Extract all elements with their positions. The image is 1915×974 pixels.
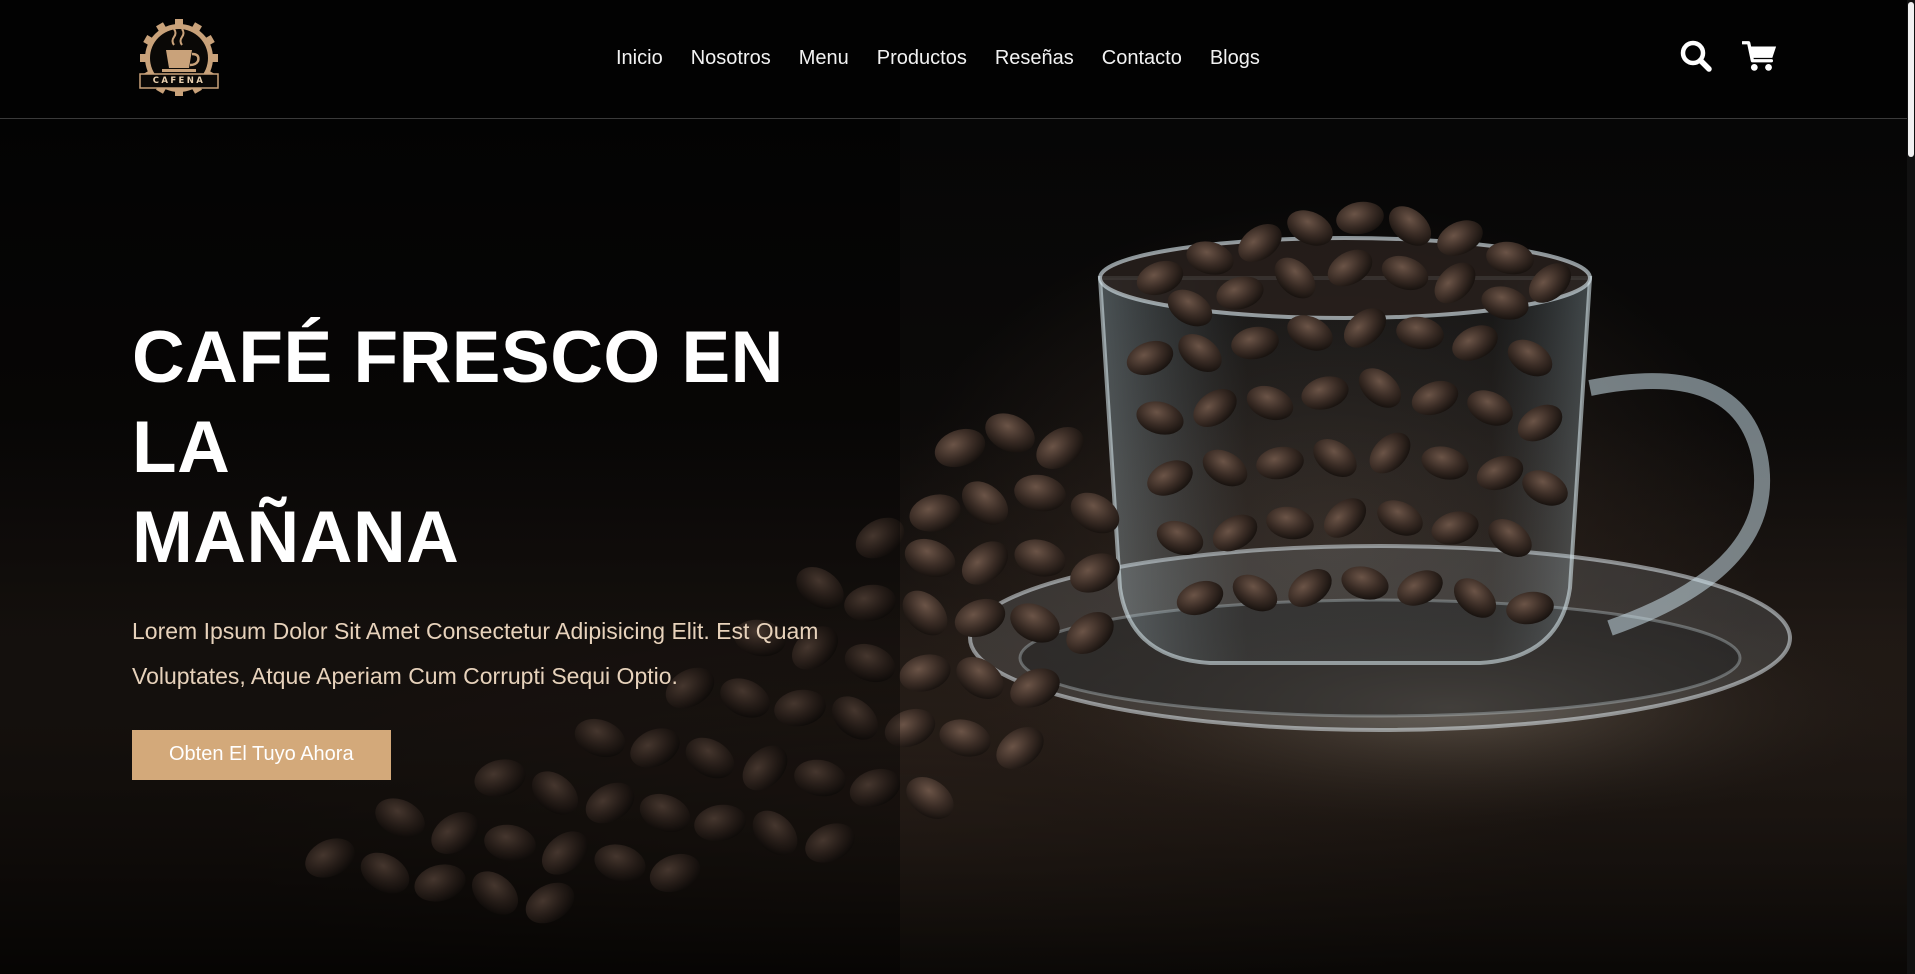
cart-button[interactable] [1742,38,1778,74]
shopping-cart-icon [1742,41,1777,71]
site-header: CAFENA Inicio Nosotros Menu Productos Re… [0,0,1915,119]
nav-item-productos[interactable]: Productos [877,44,967,72]
main-nav: Inicio Nosotros Menu Productos Reseñas C… [616,44,1288,72]
hero-title: CAFÉ FRESCO EN LA MAÑANA [132,313,892,583]
hero-section: CAFÉ FRESCO EN LA MAÑANA Lorem Ipsum Dol… [0,118,1915,974]
cafena-logo[interactable]: CAFENA [132,18,226,97]
nav-item-menu[interactable]: Menu [799,44,849,72]
nav-item-resenas[interactable]: Reseñas [995,44,1074,72]
nav-item-blogs[interactable]: Blogs [1210,44,1260,72]
nav-item-nosotros[interactable]: Nosotros [691,44,771,72]
nav-item-contacto[interactable]: Contacto [1102,44,1182,72]
hero-title-line-1: CAFÉ FRESCO EN LA [132,317,784,488]
get-yours-now-button[interactable]: Obten El Tuyo Ahora [132,730,391,780]
scrollbar-thumb[interactable] [1908,2,1914,157]
hero-subtitle: Lorem Ipsum Dolor Sit Amet Consectetur A… [132,618,819,689]
page-scrollbar[interactable] [1907,0,1915,974]
nav-item-inicio[interactable]: Inicio [616,44,663,72]
header-actions [1678,38,1778,74]
hero-content: CAFÉ FRESCO EN LA MAÑANA Lorem Ipsum Dol… [132,313,892,780]
search-button[interactable] [1678,38,1714,74]
search-icon [1680,40,1712,72]
page: CAFENA Inicio Nosotros Menu Productos Re… [0,0,1915,974]
logo-wordmark: CAFENA [152,76,206,86]
hero-title-line-2: MAÑANA [132,497,460,578]
